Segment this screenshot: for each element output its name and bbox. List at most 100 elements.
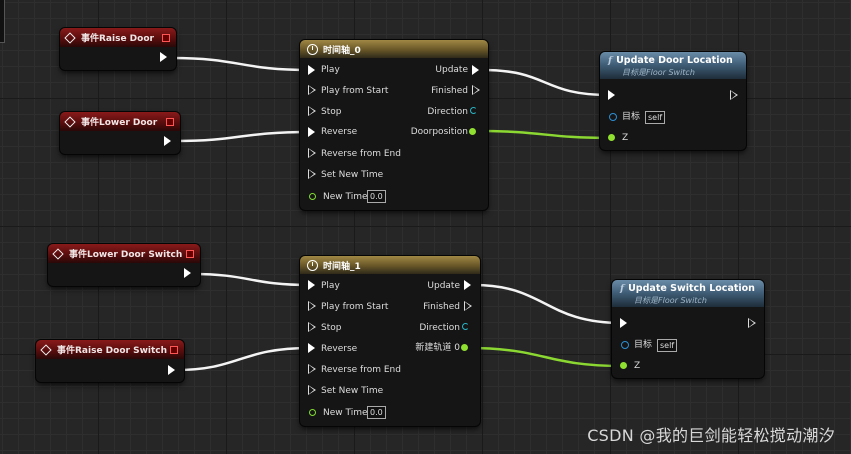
- event-node-lower-door[interactable]: 事件Lower Door: [60, 112, 180, 154]
- update-output-label: Update: [427, 281, 460, 291]
- exec-output-pin[interactable]: [168, 365, 175, 375]
- exec-output-pin[interactable]: [748, 318, 756, 328]
- set-new-time-pin[interactable]: [308, 169, 316, 179]
- event-diamond-icon: [40, 343, 52, 356]
- event-diamond-icon: [52, 247, 64, 260]
- play-exec-pin[interactable]: [308, 65, 315, 75]
- event-node-raise-door[interactable]: 事件Raise Door: [60, 28, 176, 70]
- finished-output-label: Finished: [431, 86, 468, 96]
- new-time-pin[interactable]: [309, 409, 316, 416]
- wire-update-switch: [472, 283, 624, 325]
- wire-update-door: [480, 68, 612, 97]
- function-node-update-door-location[interactable]: f Update Door Location 目标是Floor Switch 目标…: [600, 52, 746, 150]
- new-time-value[interactable]: 0.0: [367, 190, 386, 203]
- delegate-pin-icon[interactable]: [170, 346, 178, 354]
- update-exec-pin[interactable]: [472, 65, 479, 75]
- target-label: 目标: [634, 340, 653, 350]
- wire-doorposition-z: [474, 129, 613, 140]
- target-pin[interactable]: [621, 341, 629, 349]
- function-subtitle: 目标是Floor Switch: [622, 68, 695, 77]
- new-time-label: New Time: [323, 192, 368, 202]
- finished-exec-pin[interactable]: [464, 301, 472, 311]
- direction-pin-icon[interactable]: [470, 107, 477, 114]
- timeline-title: 时间轴_1: [323, 261, 361, 272]
- function-icon: f: [608, 55, 613, 66]
- event-title: 事件Raise Door: [81, 34, 154, 44]
- reverse-from-end-label: Reverse from End: [321, 365, 401, 375]
- play-from-start-label: Play from Start: [321, 86, 389, 96]
- play-input-label: Play: [321, 65, 340, 75]
- z-pin[interactable]: [608, 134, 615, 141]
- timeline-title: 时间轴_0: [323, 45, 361, 56]
- reverse-from-end-pin[interactable]: [308, 148, 316, 158]
- target-pin[interactable]: [609, 113, 617, 121]
- play-from-start-pin[interactable]: [308, 85, 316, 95]
- exec-output-pin[interactable]: [184, 268, 191, 278]
- exec-output-pin[interactable]: [160, 52, 167, 62]
- wire-lower-switch-play: [190, 272, 312, 287]
- doorposition-pin[interactable]: [469, 128, 476, 135]
- direction-pin-icon[interactable]: [462, 323, 469, 330]
- new-time-value[interactable]: 0.0: [367, 406, 386, 419]
- z-pin[interactable]: [620, 362, 627, 369]
- function-title: Update Door Location: [616, 55, 733, 66]
- set-new-time-label: Set New Time: [321, 386, 384, 396]
- z-label: Z: [622, 133, 629, 143]
- reverse-exec-pin[interactable]: [308, 343, 315, 353]
- update-output-label: Update: [435, 65, 468, 75]
- exec-input-pin[interactable]: [620, 318, 627, 328]
- finished-exec-pin[interactable]: [472, 85, 480, 95]
- doorposition-output-label: Doorposition: [410, 127, 468, 137]
- function-subtitle: 目标是Floor Switch: [634, 296, 707, 305]
- reverse-from-end-pin[interactable]: [308, 364, 316, 374]
- watermark: CSDN @我的巨剑能轻松搅动潮汐: [587, 426, 835, 445]
- stop-pin[interactable]: [308, 106, 316, 116]
- direction-output-label: Direction: [427, 107, 468, 117]
- play-from-start-label: Play from Start: [321, 302, 389, 312]
- wire-track0-z: [466, 346, 624, 368]
- timeline-node-0[interactable]: 时间轴_0 Play Play from Start Stop Reverse …: [300, 40, 488, 210]
- direction-output-label: Direction: [419, 323, 460, 333]
- play-input-label: Play: [321, 281, 340, 291]
- function-icon: f: [620, 283, 625, 294]
- clock-icon: [307, 43, 318, 55]
- function-node-update-switch-location[interactable]: f Update Switch Location 目标是Floor Switch …: [612, 280, 764, 378]
- stop-label: Stop: [321, 323, 342, 333]
- target-value[interactable]: self: [657, 339, 678, 352]
- update-exec-pin[interactable]: [464, 280, 471, 290]
- target-value[interactable]: self: [645, 111, 666, 124]
- exec-output-pin[interactable]: [164, 136, 171, 146]
- delegate-pin-icon[interactable]: [166, 118, 174, 126]
- new-time-label: New Time: [323, 408, 368, 418]
- delegate-pin-icon[interactable]: [162, 34, 170, 42]
- track-output-label: 新建轨道 0: [415, 343, 460, 353]
- exec-output-pin[interactable]: [730, 90, 738, 100]
- clock-icon: [307, 259, 318, 271]
- wire-lower-door-reverse: [174, 130, 312, 143]
- reverse-exec-pin[interactable]: [308, 127, 315, 137]
- new-time-pin[interactable]: [309, 193, 316, 200]
- event-diamond-icon: [64, 115, 76, 128]
- event-diamond-icon: [64, 31, 76, 44]
- z-label: Z: [634, 361, 641, 371]
- event-node-lower-door-switch[interactable]: 事件Lower Door Switch: [48, 244, 200, 286]
- finished-output-label: Finished: [423, 302, 460, 312]
- event-title: 事件Raise Door Switch: [57, 346, 168, 356]
- reverse-label: Reverse: [321, 344, 358, 354]
- reverse-from-end-label: Reverse from End: [321, 149, 401, 159]
- function-title: Update Switch Location: [628, 283, 755, 294]
- exec-input-pin[interactable]: [608, 90, 615, 100]
- play-exec-pin[interactable]: [308, 280, 315, 290]
- delegate-pin-icon[interactable]: [186, 250, 194, 258]
- play-from-start-pin[interactable]: [308, 301, 316, 311]
- event-node-raise-door-switch[interactable]: 事件Raise Door Switch: [36, 340, 184, 382]
- stop-pin[interactable]: [308, 322, 316, 332]
- stop-label: Stop: [321, 107, 342, 117]
- event-title: 事件Lower Door Switch: [69, 250, 183, 260]
- set-new-time-label: Set New Time: [321, 170, 384, 180]
- timeline-node-1[interactable]: 时间轴_1 Play Play from Start Stop Reverse …: [300, 256, 480, 426]
- track-float-pin[interactable]: [461, 344, 468, 351]
- set-new-time-pin[interactable]: [308, 385, 316, 395]
- reverse-label: Reverse: [321, 127, 358, 137]
- event-title: 事件Lower Door: [81, 118, 158, 128]
